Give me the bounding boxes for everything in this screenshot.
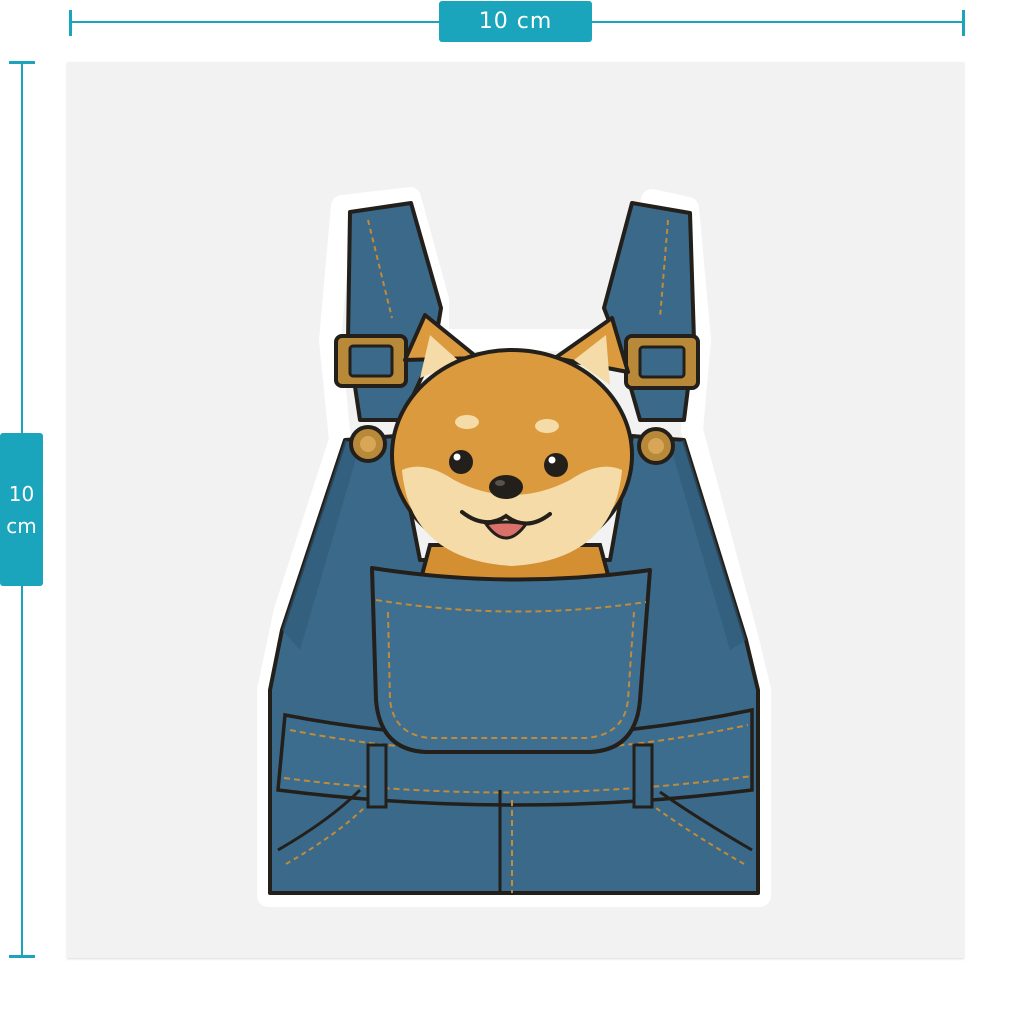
height-dimension-unit: cm [6, 513, 37, 538]
shiba-inu-dog-icon [390, 313, 634, 592]
width-dimension-end-tick [962, 10, 965, 36]
sticker-artwork [257, 187, 771, 907]
height-dimension-label: 10 cm [0, 433, 43, 586]
height-dimension-start-tick [9, 61, 35, 64]
width-dimension-start-tick [69, 10, 72, 36]
bib-pocket [370, 566, 652, 754]
height-dimension-end-tick [9, 955, 35, 958]
width-dimension-label: 10 cm [439, 1, 592, 42]
sticker-sheet [67, 62, 964, 958]
height-dimension-value: 10 [8, 481, 35, 506]
